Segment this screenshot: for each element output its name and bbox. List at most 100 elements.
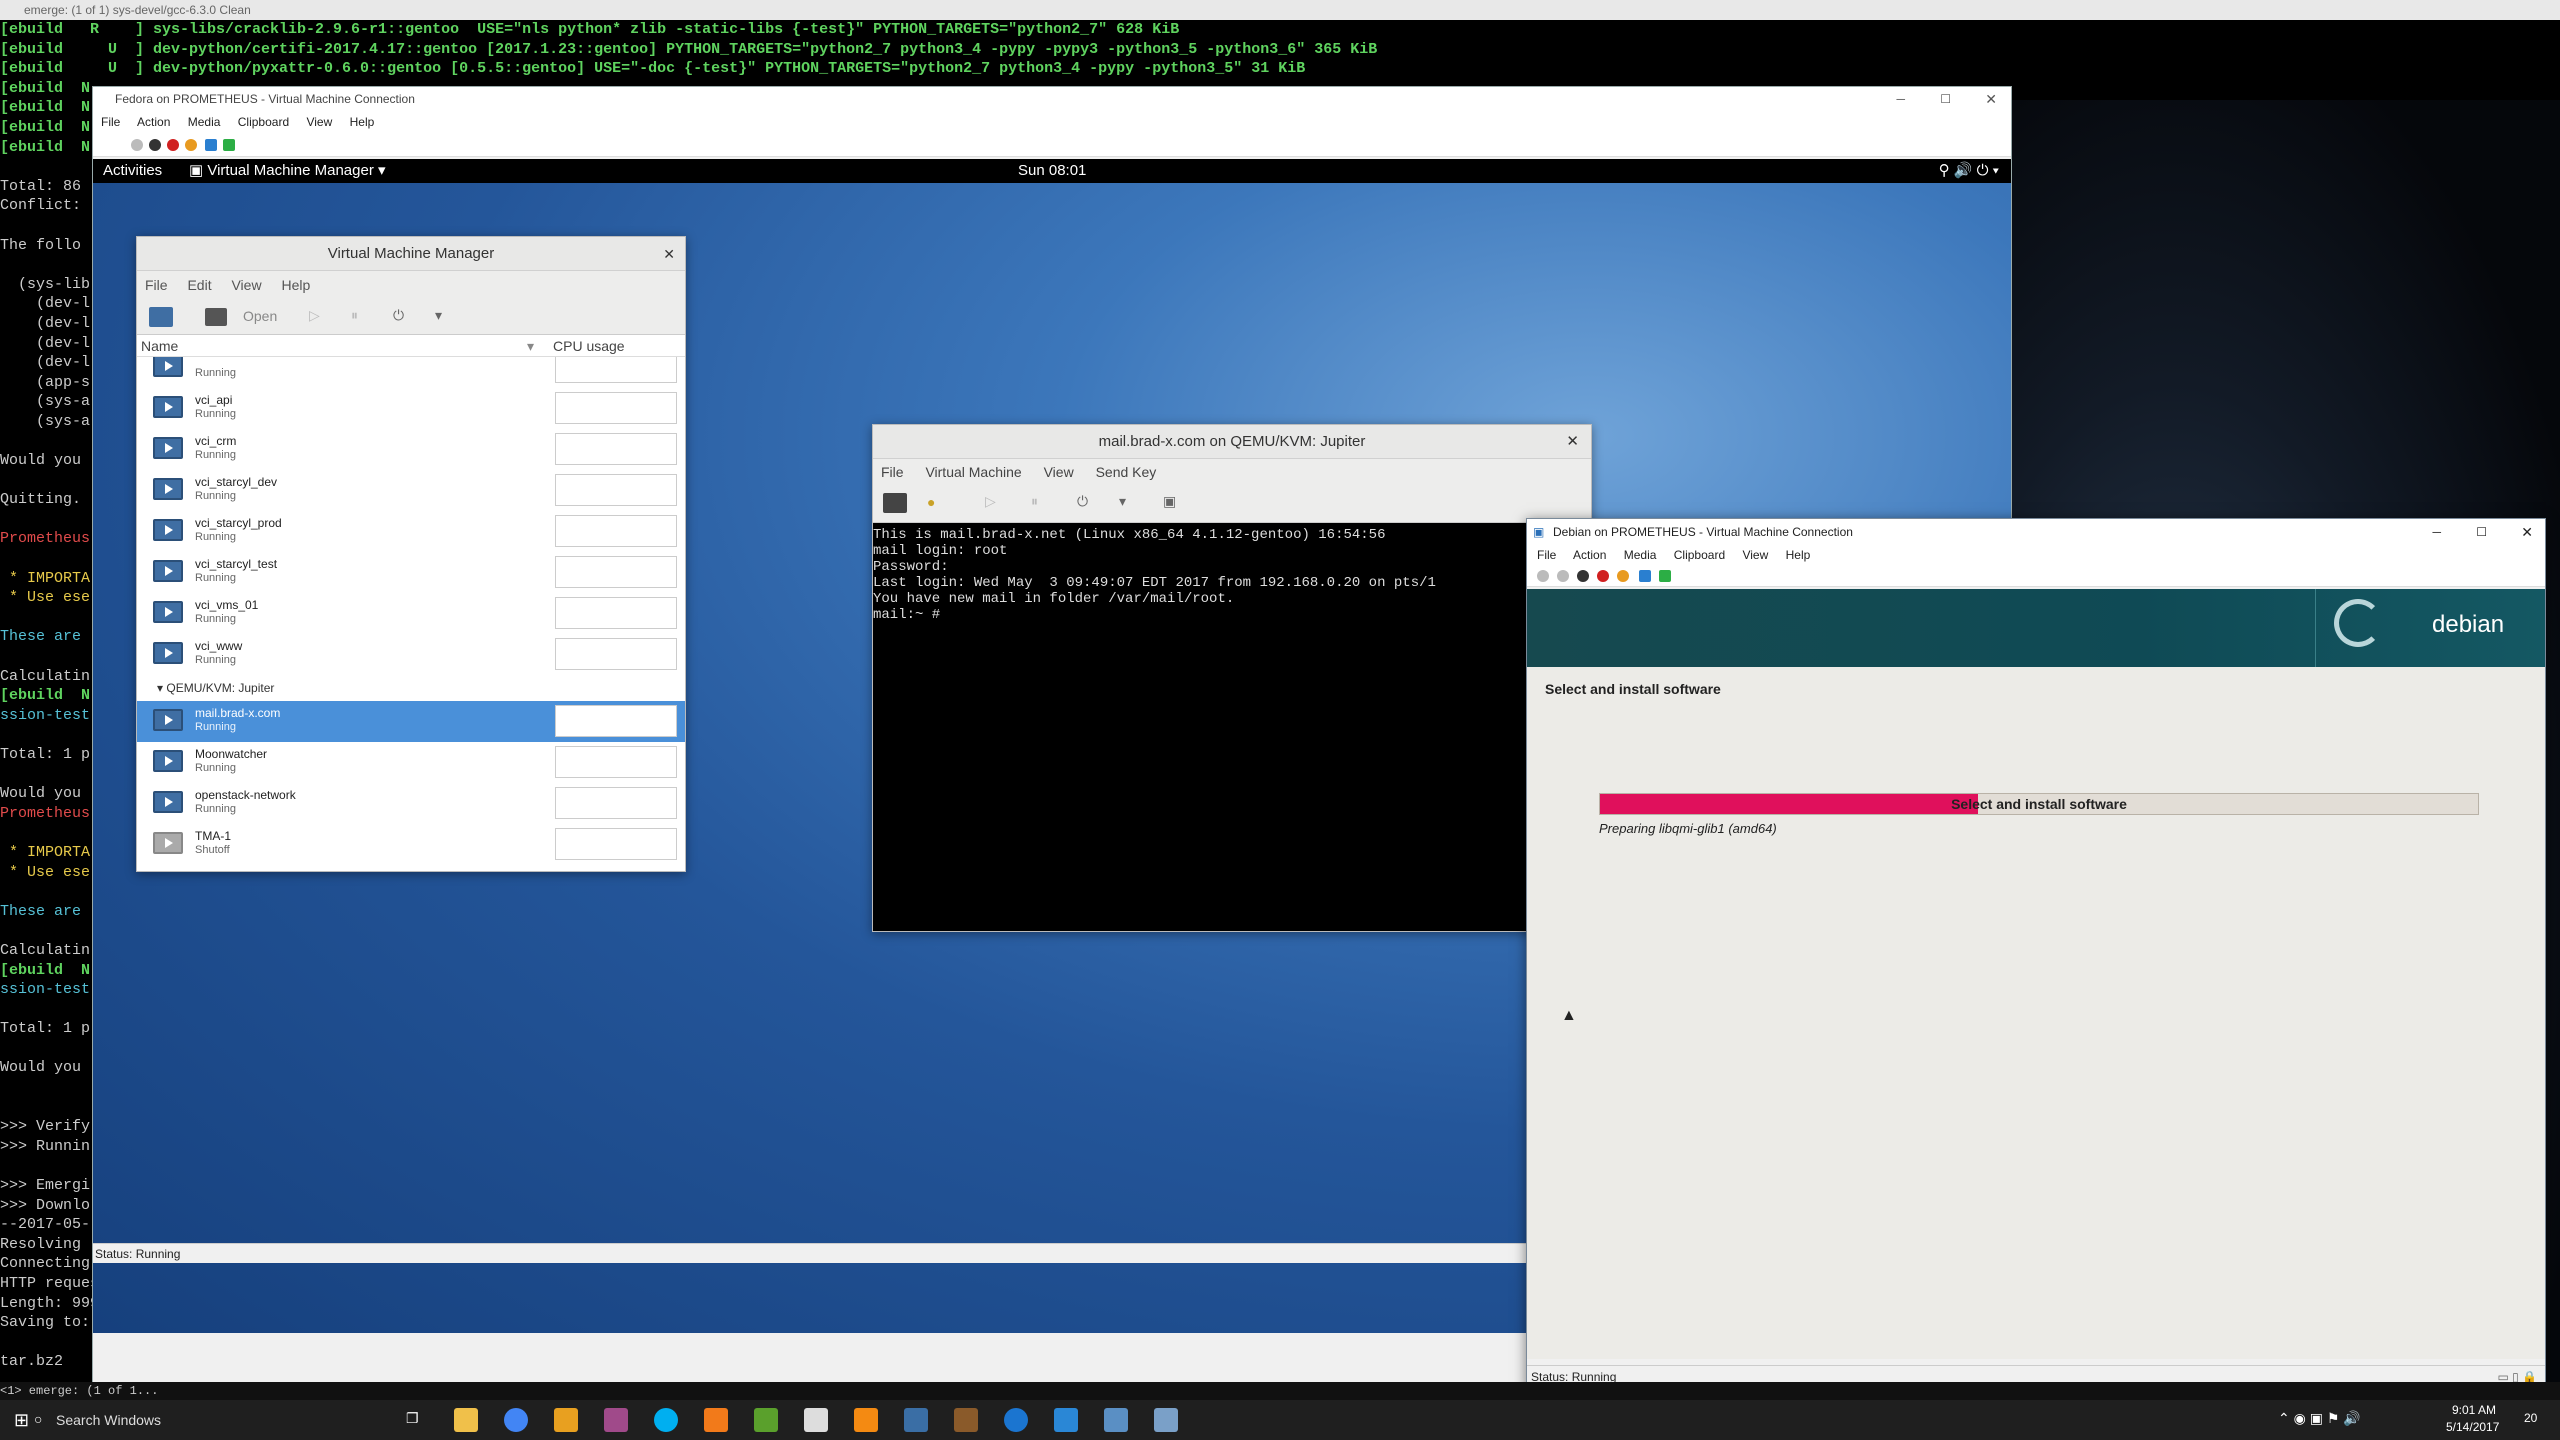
app-icon-8[interactable] bbox=[804, 1408, 828, 1432]
app-icon-4[interactable] bbox=[604, 1408, 628, 1432]
debian-titlebar[interactable]: ▣ Debian on PROMETHEUS - Virtual Machine… bbox=[1527, 519, 2545, 545]
menu-help[interactable]: Help bbox=[350, 115, 375, 129]
shutdown-icon[interactable] bbox=[1597, 570, 1609, 582]
minimize-icon[interactable]: ─ bbox=[1896, 87, 1905, 111]
windows-start-icon[interactable]: ⊞ bbox=[14, 1410, 29, 1431]
menu-file[interactable]: File bbox=[101, 115, 120, 129]
search-icon[interactable]: ○ bbox=[34, 1411, 42, 1427]
chrome-icon[interactable] bbox=[504, 1408, 528, 1432]
vmm-menu-view[interactable]: View bbox=[231, 277, 261, 293]
ctrl-alt-del-icon[interactable] bbox=[1537, 570, 1549, 582]
skype-icon[interactable] bbox=[654, 1408, 678, 1432]
maximize-icon[interactable]: ☐ bbox=[1940, 87, 1951, 111]
menu-media[interactable]: Media bbox=[188, 115, 221, 129]
deb-menu-clipboard[interactable]: Clipboard bbox=[1674, 548, 1725, 562]
save-icon[interactable] bbox=[185, 139, 197, 151]
jupiter-viewer-window[interactable]: mail.brad-x.com on QEMU/KVM: Jupiter ✕ F… bbox=[872, 424, 1592, 932]
start-icon[interactable] bbox=[1557, 570, 1569, 582]
shutdown-icon[interactable] bbox=[167, 139, 179, 151]
taskbar-date[interactable]: 5/14/2017 bbox=[2446, 1420, 2499, 1434]
maximize-icon[interactable]: ☐ bbox=[2476, 519, 2487, 545]
system-menu-icon[interactable]: ⚲ 🔊 ⏻ ▾ bbox=[1939, 159, 1999, 183]
stop-icon[interactable] bbox=[149, 139, 161, 151]
pause-icon[interactable] bbox=[205, 139, 217, 151]
close-icon[interactable]: ✕ bbox=[1566, 425, 1579, 459]
close-icon[interactable]: ✕ bbox=[663, 237, 675, 271]
column-name[interactable]: Name bbox=[141, 335, 178, 357]
vm-row[interactable]: openstack-network Running bbox=[137, 783, 685, 824]
fedora-window-titlebar[interactable]: Fedora on PROMETHEUS - Virtual Machine C… bbox=[93, 87, 2011, 111]
app-icon-3[interactable] bbox=[554, 1408, 578, 1432]
hyperv-connection-icon-2[interactable] bbox=[1154, 1408, 1178, 1432]
stop-icon[interactable] bbox=[1577, 570, 1589, 582]
vm-row[interactable]: vci_starcyl_prod Running bbox=[137, 511, 685, 552]
taskbar-search[interactable]: Search Windows bbox=[56, 1412, 161, 1428]
run-icon[interactable]: ▷ bbox=[309, 307, 320, 324]
console-icon[interactable] bbox=[883, 493, 907, 513]
run-icon[interactable]: ▷ bbox=[985, 493, 996, 510]
app-icon-6[interactable] bbox=[704, 1408, 728, 1432]
app-icon-13[interactable] bbox=[1054, 1408, 1078, 1432]
app-icon-12[interactable] bbox=[1004, 1408, 1028, 1432]
resume-icon[interactable] bbox=[223, 139, 235, 151]
menu-clipboard[interactable]: Clipboard bbox=[238, 115, 289, 129]
pause-icon[interactable]: ⏸ bbox=[1031, 493, 1038, 510]
shutdown-icon[interactable]: ⏻ bbox=[393, 307, 404, 324]
vm-row[interactable]: Moonwatcher Running bbox=[137, 742, 685, 783]
vlc-icon[interactable] bbox=[854, 1408, 878, 1432]
vmm-titlebar[interactable]: Virtual Machine Manager ✕ bbox=[137, 237, 685, 271]
deb-menu-view[interactable]: View bbox=[1742, 548, 1768, 562]
pause-icon[interactable] bbox=[1639, 570, 1651, 582]
task-view-icon[interactable]: ❐ bbox=[406, 1410, 419, 1427]
open-button[interactable]: Open bbox=[243, 308, 277, 324]
app-icon-11[interactable] bbox=[954, 1408, 978, 1432]
notification-count[interactable]: 20 bbox=[2524, 1411, 2537, 1425]
debian-vm-window[interactable]: ▣ Debian on PROMETHEUS - Virtual Machine… bbox=[1526, 518, 2546, 1390]
vmm-menu-edit[interactable]: Edit bbox=[187, 277, 211, 293]
app-icon-10[interactable] bbox=[904, 1408, 928, 1432]
save-icon[interactable] bbox=[1617, 570, 1629, 582]
menu-action[interactable]: Action bbox=[137, 115, 170, 129]
jup-menu-view[interactable]: View bbox=[1044, 464, 1074, 480]
vm-row[interactable]: vci_vms_01 Running bbox=[137, 593, 685, 634]
vmm-menu-help[interactable]: Help bbox=[281, 277, 310, 293]
lightbulb-icon[interactable]: ● bbox=[927, 494, 935, 510]
vmm-menu-file[interactable]: File bbox=[145, 277, 168, 293]
deb-menu-file[interactable]: File bbox=[1537, 548, 1556, 562]
pause-icon[interactable]: ⏸ bbox=[351, 307, 358, 324]
jup-menu-file[interactable]: File bbox=[881, 464, 904, 480]
chevron-down-icon[interactable]: ▾ bbox=[1119, 493, 1126, 510]
jup-menu-vm[interactable]: Virtual Machine bbox=[925, 464, 1021, 480]
taskbar-time[interactable]: 9:01 AM bbox=[2452, 1403, 2496, 1417]
activities-button[interactable]: Activities bbox=[103, 159, 162, 183]
shutdown-icon[interactable]: ⏻ bbox=[1077, 493, 1088, 510]
screenshot-icon[interactable]: ▣ bbox=[1163, 493, 1176, 510]
app-menu[interactable]: ▣ Virtual Machine Manager ▾ bbox=[189, 159, 386, 183]
deb-menu-media[interactable]: Media bbox=[1624, 548, 1657, 562]
expander-icon[interactable]: ▾ bbox=[157, 681, 166, 695]
deb-menu-help[interactable]: Help bbox=[1786, 548, 1811, 562]
close-icon[interactable]: ✕ bbox=[1985, 87, 1997, 111]
jup-menu-sendkey[interactable]: Send Key bbox=[1096, 464, 1157, 480]
vm-row[interactable]: Running bbox=[137, 357, 685, 388]
vm-group-header[interactable]: ▾ QEMU/KVM: Jupiter bbox=[137, 677, 685, 699]
vm-row[interactable]: vci_starcyl_test Running bbox=[137, 552, 685, 593]
close-icon[interactable]: ✕ bbox=[2521, 519, 2533, 545]
system-tray-icons[interactable]: ⌃ ◉ ▣ ⚑ 🔊 bbox=[2278, 1410, 2361, 1427]
clock[interactable]: Sun 08:01 bbox=[1018, 159, 1086, 183]
resume-icon[interactable] bbox=[1659, 570, 1671, 582]
menu-view[interactable]: View bbox=[306, 115, 332, 129]
deb-menu-action[interactable]: Action bbox=[1573, 548, 1606, 562]
virt-manager-window[interactable]: Virtual Machine Manager ✕ File Edit View… bbox=[136, 236, 686, 872]
vm-row[interactable]: vci_crm Running bbox=[137, 429, 685, 470]
vm-row[interactable]: TMA-1 Shutoff bbox=[137, 824, 685, 865]
jupiter-titlebar[interactable]: mail.brad-x.com on QEMU/KVM: Jupiter ✕ bbox=[873, 425, 1591, 459]
chevron-down-icon[interactable]: ▾ bbox=[435, 307, 442, 324]
vm-row[interactable]: vci_www Running bbox=[137, 634, 685, 675]
vm-row[interactable]: vci_starcyl_dev Running bbox=[137, 470, 685, 511]
jupiter-console[interactable]: This is mail.brad-x.net (Linux x86_64 4.… bbox=[873, 523, 1591, 931]
minimize-icon[interactable]: ─ bbox=[2432, 519, 2441, 545]
app-icon-7[interactable] bbox=[754, 1408, 778, 1432]
file-explorer-icon[interactable] bbox=[454, 1408, 478, 1432]
hyperv-connection-icon[interactable] bbox=[1104, 1408, 1128, 1432]
